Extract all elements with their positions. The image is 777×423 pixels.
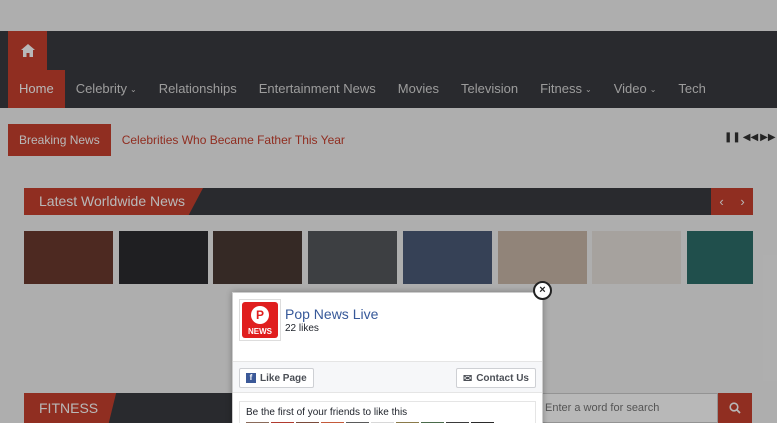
main-nav: Home Celebrity ⌄ Relationships Entertainment… [0,31,777,108]
fitness-title: FITNESS [24,393,117,423]
envelope-icon: ✉ [462,372,473,385]
nav-item-television[interactable]: Television [450,70,529,108]
slider-prev-button[interactable]: ‹ [711,188,732,215]
fb-page-header: P NEWS Pop News Live 22 likes [239,299,378,341]
chevron-down-icon: ⌄ [584,84,592,94]
facebook-icon: f [246,373,256,383]
search-button[interactable] [718,393,752,423]
chevron-down-icon: ⌄ [129,84,137,94]
facebook-like-popup: P NEWS Pop News Live 22 likes f Like Pag… [232,292,543,423]
news-thumbnail[interactable] [119,231,208,284]
nav-item-label: Movies [397,81,439,96]
news-thumbnail[interactable] [213,231,302,284]
latest-news-bar: Latest Worldwide News ‹ › [24,188,753,215]
news-thumbnail[interactable] [308,231,397,284]
popup-close-button[interactable]: × [533,281,552,300]
nav-item-tech[interactable]: Tech [667,70,716,108]
svg-text:P: P [256,308,264,322]
like-page-button[interactable]: f Like Page [239,368,314,388]
pause-icon[interactable]: ❚❚ [724,132,741,143]
contact-us-label: Contact Us [476,372,529,384]
nav-item-label: Relationships [158,81,237,96]
next-icon[interactable]: ▶▶ [760,132,775,143]
nav-item-label: Celebrity [75,81,127,96]
close-icon: × [539,284,546,296]
top-strip [0,0,777,31]
nav-item-celebrity[interactable]: Celebrity ⌄ [65,70,148,108]
nav-item-label: Home [19,81,54,96]
nav-item-home[interactable]: Home [8,70,65,108]
logo-text: NEWS [248,327,272,336]
news-thumbnail[interactable] [592,231,681,284]
breaking-headline[interactable]: Celebrities Who Became Father This Year [122,133,345,147]
breaking-news-bar: Breaking News Celebrities Who Became Fat… [8,124,345,156]
nav-item-label: Television [460,81,519,96]
ticker-controls: ❚❚ ◀◀ ▶▶ [724,132,776,143]
news-thumbnail[interactable] [403,231,492,284]
fb-actions-bar: f Like Page ✉ Contact Us [233,361,542,393]
nav-item-label: Tech [678,81,706,96]
home-icon [20,44,35,57]
prev-icon[interactable]: ◀◀ [743,132,758,143]
news-thumbnail[interactable] [24,231,113,284]
friends-text: Be the first of your friends to like thi… [246,407,408,418]
nav-item-video[interactable]: Video ⌄ [603,70,668,108]
nav-item-label: Video [613,81,647,96]
chevron-down-icon: ⌄ [649,84,657,94]
latest-news-title: Latest Worldwide News [24,188,204,215]
nav-item-relationships[interactable]: Relationships [148,70,248,108]
news-thumbnail[interactable] [498,231,587,284]
search-icon [729,402,741,414]
nav-item-fitness[interactable]: Fitness ⌄ [529,70,603,108]
contact-us-button[interactable]: ✉ Contact Us [455,368,536,388]
home-button[interactable] [8,31,47,70]
news-thumbnail[interactable] [687,231,753,284]
nav-menu: Home Celebrity ⌄ Relationships Entertainment… [8,70,717,108]
nav-item-entertainment-news[interactable]: Entertainment News [248,70,387,108]
page-name[interactable]: Pop News Live [285,306,378,323]
search-box [536,393,752,423]
news-thumbnails [24,231,753,284]
page-logo[interactable]: P NEWS [239,299,281,341]
nav-item-label: Fitness [540,81,582,96]
breaking-news-label: Breaking News [8,124,111,156]
fb-friends-box: Be the first of your friends to like thi… [239,401,536,423]
nav-item-movies[interactable]: Movies [387,70,450,108]
nav-item-label: Entertainment News [258,81,376,96]
page-likes: 22 likes [285,323,319,334]
slider-next-button[interactable]: › [732,188,753,215]
search-input[interactable] [536,393,718,423]
like-page-label: Like Page [260,372,307,384]
slider-arrows: ‹ › [711,188,753,215]
